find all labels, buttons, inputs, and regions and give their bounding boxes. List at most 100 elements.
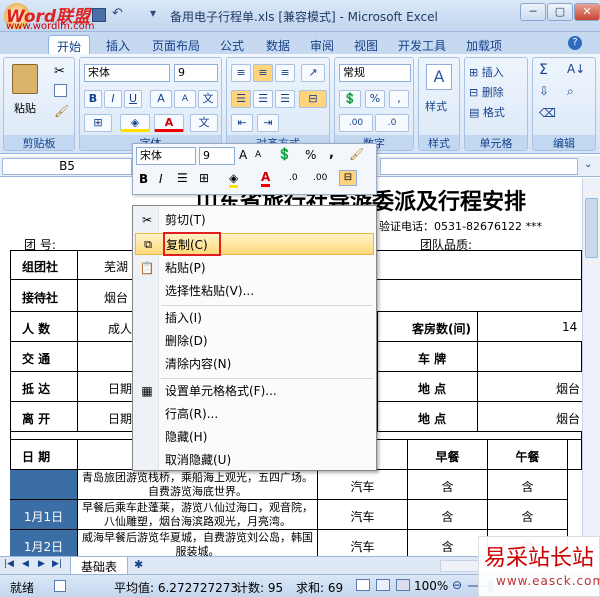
mini-size-select[interactable]: 9	[199, 147, 235, 165]
didian1-label[interactable]: 地 点	[378, 372, 478, 402]
prev-sheet-icon[interactable]: ◀	[22, 559, 29, 569]
help-icon[interactable]: ?	[568, 36, 582, 50]
tab-page-layout[interactable]: 页面布局	[144, 35, 208, 54]
zoom-out-icon[interactable]: ⊖	[452, 578, 462, 592]
itin-breakfast-1[interactable]: 含	[408, 500, 488, 530]
chepai-label[interactable]: 车 牌	[378, 342, 478, 372]
kefang-value[interactable]: 14	[478, 312, 582, 342]
shrink-font-button[interactable]: A	[174, 90, 196, 108]
new-sheet-icon[interactable]: ✱	[134, 558, 143, 571]
tab-data[interactable]: 数据	[258, 35, 298, 54]
didian1-value[interactable]: 烟台	[478, 372, 582, 402]
page-break-view-icon[interactable]	[396, 579, 410, 591]
mini-italic-icon[interactable]: I	[159, 172, 163, 186]
close-button[interactable]: ✕	[574, 3, 600, 21]
tab-review[interactable]: 审阅	[302, 35, 342, 54]
insert-cells-button[interactable]: ⊞ 插入	[469, 64, 504, 80]
expand-formula-icon[interactable]: ⌄	[584, 159, 592, 170]
phonetic-button[interactable]: 文	[198, 90, 218, 108]
formula-input[interactable]	[380, 158, 578, 175]
tab-home[interactable]: 开始	[48, 35, 91, 54]
underline-button[interactable]: U	[124, 90, 142, 108]
menu-item-unhide[interactable]: 取消隐藏(U)	[135, 449, 374, 471]
likai-label[interactable]: 离 开	[10, 402, 78, 432]
restore-button[interactable]: ▢	[547, 3, 573, 21]
menu-item-paste[interactable]: 📋 粘贴(P)	[135, 257, 374, 279]
increase-indent-button[interactable]: ⇥	[257, 114, 279, 132]
riqi-header[interactable]: 日 期	[10, 440, 78, 470]
merge-center-button[interactable]: ⊟	[299, 90, 327, 108]
itin-transport-0[interactable]: 汽车	[318, 470, 408, 500]
itin-date-0[interactable]	[10, 470, 78, 500]
minimize-button[interactable]: ─	[520, 3, 546, 21]
fill-color-button[interactable]: ◈	[120, 114, 150, 132]
font-name-select[interactable]: 宋体	[84, 64, 170, 82]
mini-font-color-icon[interactable]: A	[261, 170, 271, 187]
comma-button[interactable]: ,	[389, 90, 409, 108]
mini-bold-icon[interactable]: B	[139, 172, 148, 186]
decrease-decimal-button[interactable]: .0	[375, 114, 409, 132]
macro-record-icon[interactable]	[54, 580, 66, 592]
align-right-button[interactable]: ☰	[275, 90, 295, 108]
tab-view[interactable]: 视图	[346, 35, 386, 54]
sort-filter-icon[interactable]: A↓	[567, 62, 585, 76]
tab-insert[interactable]: 插入	[98, 35, 138, 54]
menu-item-cut[interactable]: ✂ 剪切(T)	[135, 209, 374, 231]
itin-text-0[interactable]: 青岛旅团游览栈桥，乘船海上观光，五四广场。自费游览海底世界。	[78, 470, 318, 500]
find-icon[interactable]: ⌕	[567, 84, 574, 99]
align-middle-button[interactable]: ≡	[253, 64, 273, 82]
mini-borders-icon[interactable]: ⊞	[199, 171, 209, 185]
format-painter-icon[interactable]: 🖌	[54, 104, 69, 118]
itin-text-1[interactable]: 早餐后乘车赴蓬莱，游览八仙过海口，观音院，八仙雕塑，烟台海滨路观光，月亮湾。	[78, 500, 318, 530]
jiedai-label[interactable]: 接待社	[10, 280, 78, 312]
wucan-header[interactable]: 午餐	[488, 440, 568, 470]
menu-item-format-cells[interactable]: ▦ 设置单元格格式(F)...	[135, 380, 374, 402]
menu-item-delete[interactable]: 删除(D)	[135, 330, 374, 352]
vertical-scrollbar[interactable]	[582, 178, 600, 556]
qat-customize-icon[interactable]: ▾	[150, 6, 156, 20]
increase-decimal-button[interactable]: .00	[339, 114, 373, 132]
font-color-button[interactable]: A	[154, 114, 184, 132]
didian2-label[interactable]: 地 点	[378, 402, 478, 432]
clear-icon[interactable]: ⌫	[539, 106, 556, 120]
menu-item-insert[interactable]: 插入(I)	[135, 307, 374, 329]
first-sheet-icon[interactable]: |◀	[4, 559, 14, 569]
mini-font-select[interactable]: 宋体	[136, 147, 196, 165]
align-bottom-button[interactable]: ≡	[275, 64, 295, 82]
format-cells-button[interactable]: ▤ 格式	[469, 104, 505, 120]
mini-grow-font-icon[interactable]: A	[239, 148, 247, 162]
qat-save-icon[interactable]	[92, 8, 106, 22]
mini-decrease-decimal-icon[interactable]: .00	[313, 173, 327, 183]
italic-button[interactable]: I	[104, 90, 122, 108]
orientation-button[interactable]: ↗	[301, 64, 325, 82]
decrease-indent-button[interactable]: ⇤	[231, 114, 253, 132]
mini-percent-icon[interactable]: %	[305, 148, 316, 162]
last-sheet-icon[interactable]: ▶|	[52, 559, 62, 569]
normal-view-icon[interactable]	[356, 579, 370, 591]
menu-item-clear-contents[interactable]: 清除内容(N)	[135, 353, 374, 375]
kefang-label[interactable]: 客房数(间)	[378, 312, 478, 342]
number-format-select[interactable]: 常规	[339, 64, 411, 82]
menu-item-paste-special[interactable]: 选择性粘贴(V)...	[135, 280, 374, 302]
mini-increase-decimal-icon[interactable]: .0	[289, 173, 298, 183]
paste-icon[interactable]	[12, 64, 38, 94]
itin-lunch-0[interactable]: 含	[488, 470, 568, 500]
align-top-button[interactable]: ≡	[231, 64, 251, 82]
percent-button[interactable]: %	[365, 90, 385, 108]
itin-date-1[interactable]: 1月1日	[10, 500, 78, 530]
tab-addins[interactable]: 加载项	[458, 35, 510, 54]
delete-cells-button[interactable]: ⊟ 删除	[469, 84, 504, 100]
mini-comma-icon[interactable]: ,	[329, 146, 334, 161]
mini-center-icon[interactable]: ☰	[177, 171, 188, 185]
tab-formulas[interactable]: 公式	[212, 35, 252, 54]
mini-shrink-font-icon[interactable]: A	[255, 150, 261, 160]
zaocan-header[interactable]: 早餐	[408, 440, 488, 470]
renshu-label[interactable]: 人 数	[10, 312, 78, 342]
itin-transport-1[interactable]: 汽车	[318, 500, 408, 530]
mini-merge-icon[interactable]: ⊟	[339, 170, 357, 186]
itin-breakfast-0[interactable]: 含	[408, 470, 488, 500]
mini-fill-color-icon[interactable]: ◈	[229, 171, 239, 188]
mini-currency-icon[interactable]: 💲	[277, 147, 292, 161]
copy-icon[interactable]	[54, 84, 67, 97]
styles-icon[interactable]: A	[426, 64, 452, 90]
